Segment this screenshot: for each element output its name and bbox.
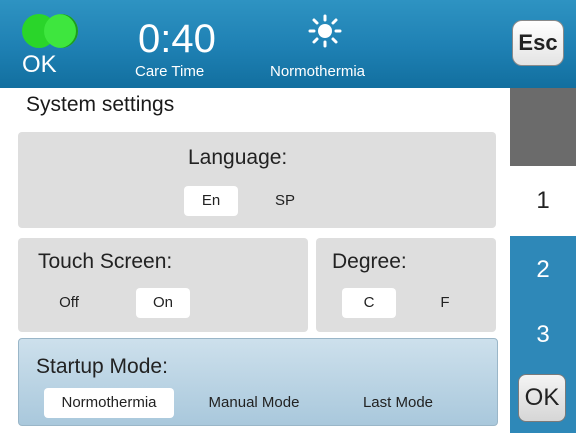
care-time-value: 0:40 [138, 17, 216, 61]
language-option-en[interactable]: En [184, 186, 238, 216]
page-title: System settings [26, 93, 175, 116]
tab-1[interactable]: 1 [510, 166, 576, 236]
sun-icon [308, 14, 342, 48]
degree-option-f[interactable]: F [430, 288, 460, 318]
care-time-label: Care Time [135, 63, 205, 80]
ok-button[interactable]: OK [518, 374, 566, 422]
therapy-mode-label: Normothermia [270, 63, 366, 80]
degree-label: Degree: [332, 250, 407, 273]
language-option-sp[interactable]: SP [258, 186, 312, 216]
startup-option-manual-mode[interactable]: Manual Mode [194, 388, 314, 418]
touch-screen-label: Touch Screen: [38, 250, 173, 273]
esc-button[interactable]: Esc [512, 20, 564, 66]
tab-area-top [510, 88, 576, 166]
tab-2[interactable]: 2 [510, 236, 576, 304]
touch-screen-option-off[interactable]: Off [46, 288, 92, 318]
startup-mode-label: Startup Mode: [36, 355, 168, 378]
language-label: Language: [188, 146, 288, 169]
degree-option-c[interactable]: C [342, 288, 396, 318]
tab-3[interactable]: 3 [510, 304, 576, 366]
startup-option-last-mode[interactable]: Last Mode [346, 388, 450, 418]
status-ok-icon [22, 14, 82, 54]
touch-screen-option-on[interactable]: On [136, 288, 190, 318]
status-label: OK [22, 51, 57, 78]
startup-option-normothermia[interactable]: Normothermia [44, 388, 174, 418]
